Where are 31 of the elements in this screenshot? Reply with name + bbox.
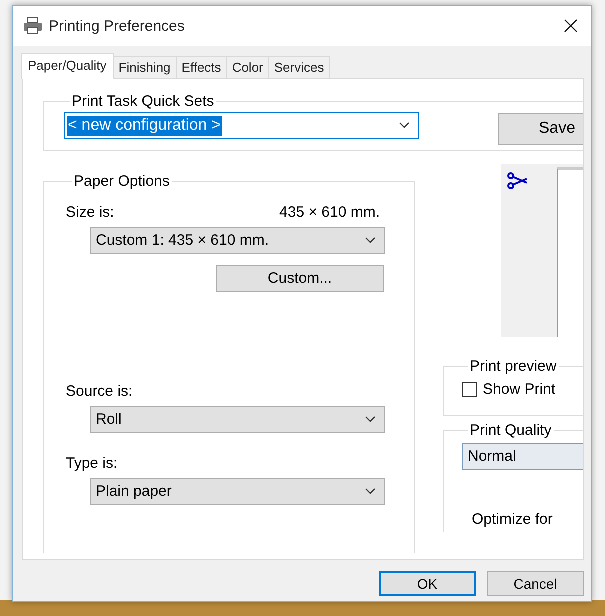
field-label: Type is: — [66, 455, 119, 472]
field-label: Source is: — [66, 383, 134, 400]
chevron-icon — [365, 416, 376, 423]
dropdown[interactable]: Custom 1: 435 × 610 mm. — [90, 227, 385, 254]
checkbox-label: Show Print — [483, 381, 556, 398]
save-button[interactable]: Save — [498, 113, 583, 145]
close-icon — [564, 19, 578, 33]
tab[interactable]: Finishing — [112, 56, 177, 78]
size-reading: 435 × 610 mm. — [280, 204, 380, 221]
window-title: Printing Preferences — [49, 18, 186, 34]
chevron-icon — [399, 122, 410, 129]
checkbox[interactable] — [462, 382, 477, 397]
custom-button[interactable]: Custom... — [216, 265, 384, 292]
printer-icon — [23, 17, 43, 35]
field-label: Size is: — [66, 204, 114, 221]
group-title: Print preview — [469, 358, 558, 375]
group-title: Paper Options — [73, 173, 171, 190]
tab[interactable]: Services — [268, 56, 330, 78]
chevron-icon — [365, 237, 376, 244]
dropdown[interactable]: < new configuration > — [64, 112, 419, 139]
dropdown[interactable]: Normal — [462, 443, 583, 470]
group-title: Print Quality — [469, 422, 553, 439]
dialog-button[interactable]: Cancel — [487, 571, 584, 596]
chevron-icon — [365, 488, 376, 495]
tab[interactable]: Paper/Quality — [21, 53, 114, 79]
group-title: Print Task Quick Sets — [71, 93, 216, 110]
field-label: Optimize for — [472, 511, 554, 528]
dropdown[interactable]: Plain paper — [90, 478, 385, 505]
dropdown[interactable]: Roll — [90, 406, 385, 433]
scissors-icon — [507, 170, 529, 190]
dialog-button[interactable]: OK — [379, 571, 476, 596]
